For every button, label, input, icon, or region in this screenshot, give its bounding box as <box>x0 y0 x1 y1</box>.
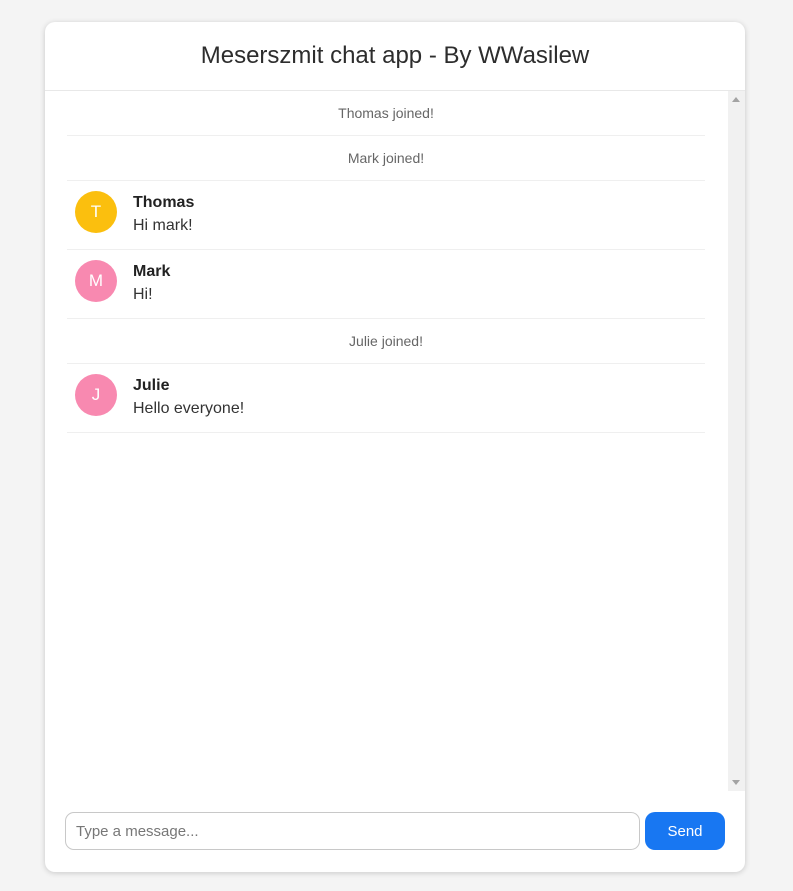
sender-name: Mark <box>133 263 171 280</box>
scroll-down-arrow-icon[interactable] <box>732 780 740 785</box>
message-scrollbar[interactable] <box>728 91 745 791</box>
app-header: Meserszmit chat app - By WWasilew <box>45 22 745 91</box>
system-message: Julie joined! <box>67 319 705 364</box>
sender-name: Thomas <box>133 194 195 211</box>
system-message-text: Julie joined! <box>349 333 423 349</box>
system-message: Mark joined! <box>67 136 705 181</box>
message-text: Hi! <box>133 286 153 303</box>
chat-message: J Julie Hello everyone! <box>67 364 705 433</box>
chat-message: T Thomas Hi mark! <box>67 181 705 250</box>
message-text: Hi mark! <box>133 217 193 234</box>
message-text: Hello everyone! <box>133 400 245 417</box>
avatar: M <box>75 260 117 302</box>
system-message-text: Thomas joined! <box>338 105 434 121</box>
avatar: T <box>75 191 117 233</box>
avatar: J <box>75 374 117 416</box>
chat-message: M Mark Hi! <box>67 250 705 319</box>
message-body: Mark Hi! <box>133 262 170 306</box>
system-message-text: Mark joined! <box>347 150 425 166</box>
scroll-up-arrow-icon[interactable] <box>732 97 740 102</box>
message-input[interactable] <box>65 812 640 850</box>
send-button[interactable]: Send <box>645 812 725 850</box>
message-area: Thomas joined! Mark joined! T Thomas Hi … <box>45 91 745 791</box>
system-message: Thomas joined! <box>67 91 705 136</box>
message-composer: Send <box>65 812 725 850</box>
message-body: Thomas Hi mark! <box>133 193 194 237</box>
message-list: Thomas joined! Mark joined! T Thomas Hi … <box>67 91 705 433</box>
app-title: Meserszmit chat app - By WWasilew <box>200 42 590 69</box>
chat-window: Meserszmit chat app - By WWasilew Thomas… <box>45 22 745 872</box>
sender-name: Julie <box>133 377 170 394</box>
message-body: Julie Hello everyone! <box>133 376 244 420</box>
